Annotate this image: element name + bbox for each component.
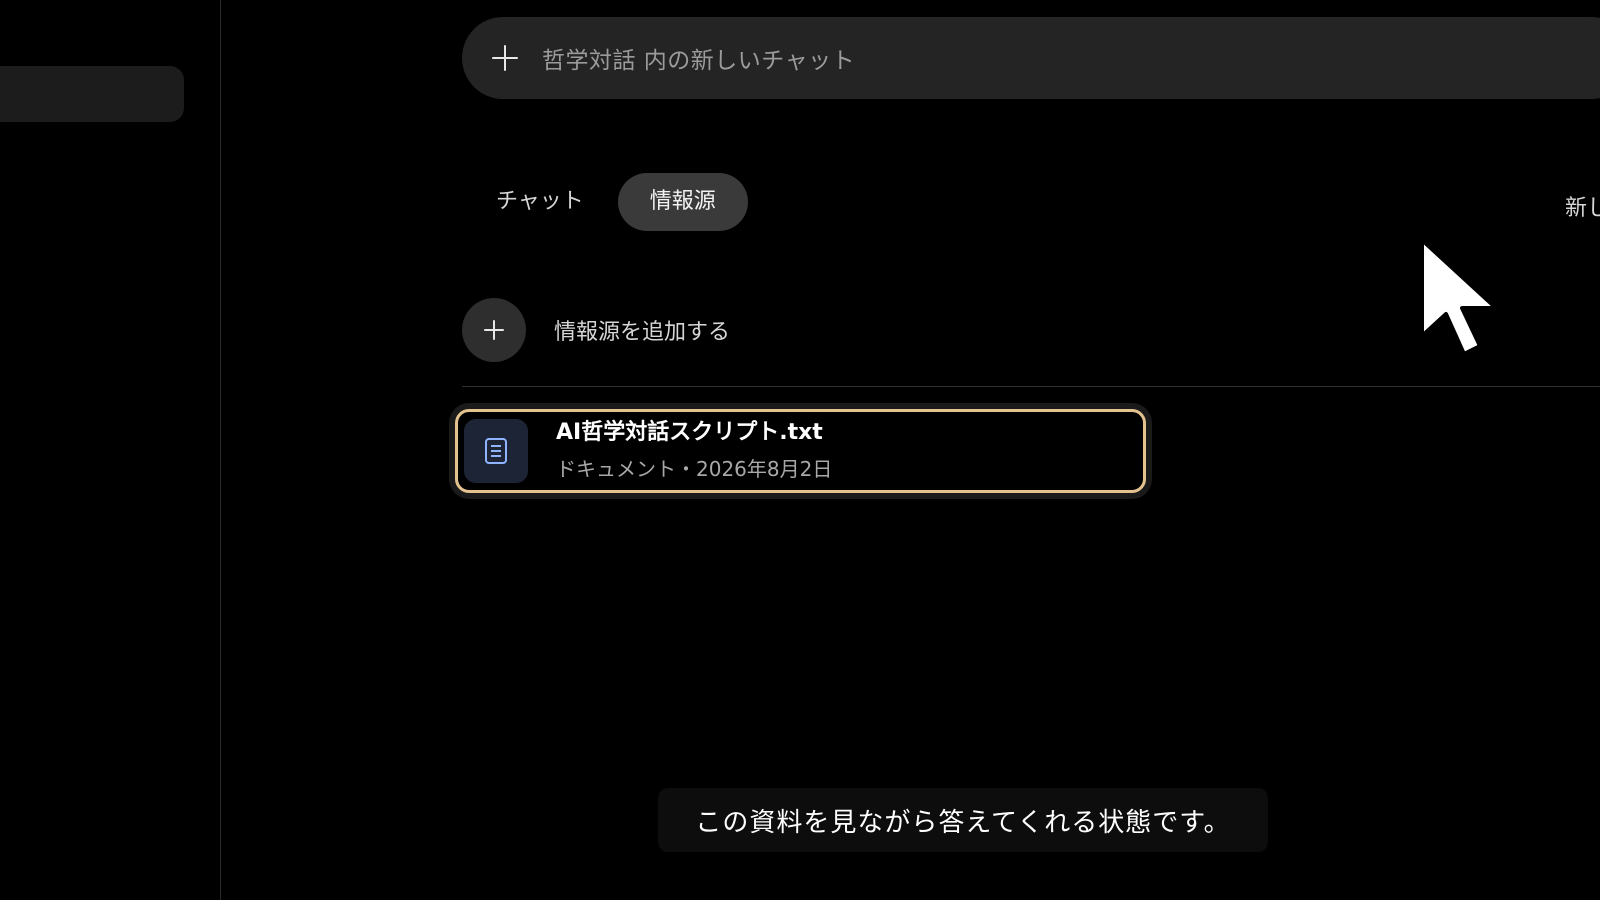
mouse-cursor-icon	[1420, 238, 1498, 356]
new-chat-input[interactable]: 哲学対話 内の新しいチャット	[462, 17, 1600, 99]
source-title: AI哲学対話スクリプト.txt	[556, 420, 823, 445]
tab-bar: チャット 情報源	[476, 173, 748, 231]
plus-icon[interactable]	[492, 45, 518, 71]
new-chat-placeholder: 哲学対話 内の新しいチャット	[542, 48, 856, 74]
source-meta: ドキュメント・2026年8月2日	[556, 457, 833, 481]
add-source-circle[interactable]	[462, 298, 526, 362]
add-source-button[interactable]: 情報源を追加する	[462, 298, 730, 362]
document-icon-tile	[464, 419, 528, 483]
document-icon	[485, 438, 507, 464]
add-source-label: 情報源を追加する	[554, 320, 731, 345]
subtitle-caption: この資料を見ながら答えてくれる状態です。	[658, 788, 1268, 852]
plus-icon	[484, 320, 504, 340]
sidebar-item-active[interactable]	[0, 66, 184, 122]
tab-chat[interactable]: チャット	[476, 173, 604, 231]
tab-sources[interactable]: 情報源	[617, 173, 748, 231]
source-text: AI哲学対話スクリプト.txt ドキュメント・2026年8月2日	[556, 418, 832, 484]
source-item[interactable]: AI哲学対話スクリプト.txt ドキュメント・2026年8月2日	[455, 409, 1146, 493]
sidebar	[0, 0, 221, 900]
new-button-truncated[interactable]: 新し	[1565, 190, 1600, 222]
divider	[462, 386, 1600, 387]
